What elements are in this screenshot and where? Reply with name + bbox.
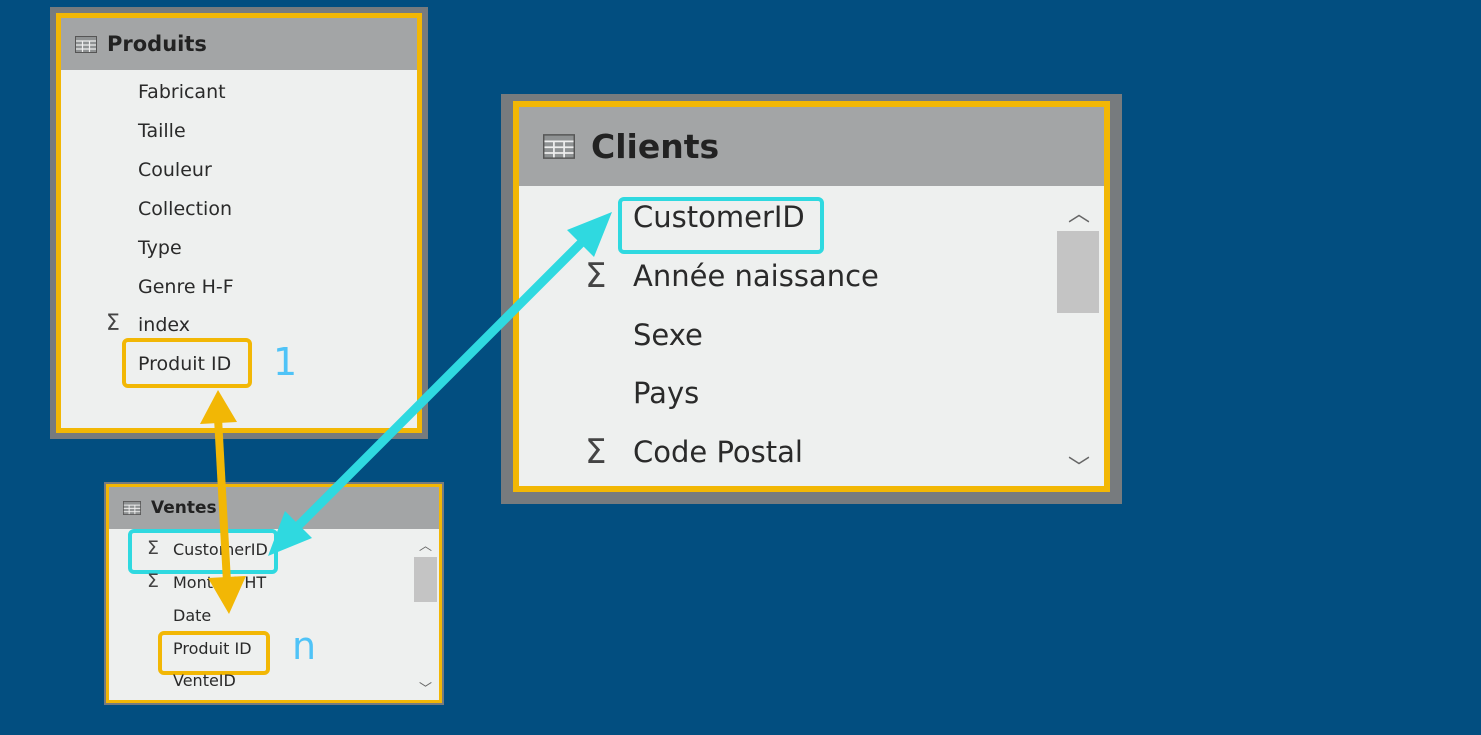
relationship-arrow-produit-id — [200, 390, 246, 614]
relationship-arrow-customerid — [268, 212, 612, 556]
relationship-arrows — [200, 212, 612, 614]
